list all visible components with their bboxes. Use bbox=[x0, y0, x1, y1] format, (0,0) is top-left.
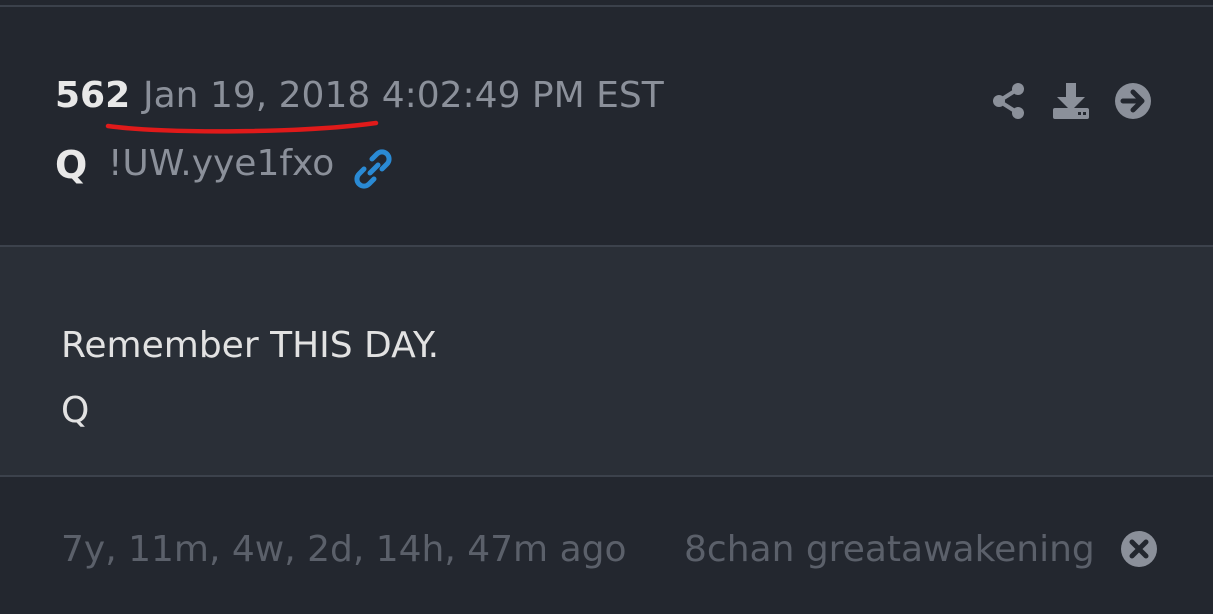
message-signature: Q bbox=[61, 390, 90, 431]
elapsed-time: 7y, 11m, 4w, 2d, 14h, 47m ago bbox=[61, 529, 627, 570]
post-footer: 7y, 11m, 4w, 2d, 14h, 47m ago 8chan grea… bbox=[0, 477, 1213, 614]
post-number: 562 bbox=[55, 75, 131, 116]
post-card: 562 Jan 19, 2018 4:02:49 PM EST Q !UW.yy… bbox=[0, 0, 1213, 614]
post-date: Jan 19, 2018 4:02:49 PM EST bbox=[143, 75, 664, 116]
link-icon[interactable] bbox=[352, 149, 394, 189]
red-underline-mark bbox=[105, 120, 379, 134]
download-icon[interactable] bbox=[1051, 81, 1091, 121]
arrow-right-circle-icon[interactable] bbox=[1113, 81, 1153, 121]
post-header: 562 Jan 19, 2018 4:02:49 PM EST Q !UW.yy… bbox=[0, 7, 1213, 247]
source-board: 8chan greatawakening bbox=[684, 529, 1095, 570]
author-name: Q bbox=[55, 143, 88, 187]
close-icon[interactable] bbox=[1119, 529, 1159, 569]
share-icon[interactable] bbox=[989, 81, 1029, 121]
top-divider bbox=[0, 0, 1213, 7]
message-line: Remember THIS DAY. bbox=[61, 325, 440, 366]
post-body: Remember THIS DAY. Q bbox=[0, 247, 1213, 477]
post-actions bbox=[967, 81, 1153, 121]
tripcode: !UW.yye1fxo bbox=[108, 143, 335, 184]
